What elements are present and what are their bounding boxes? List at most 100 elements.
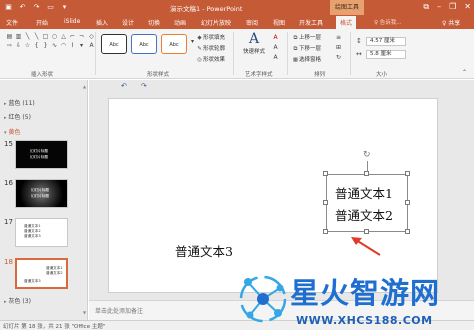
quick-styles-button[interactable]: A 快速样式 — [239, 31, 269, 55]
tab-insert[interactable]: 插入 — [96, 18, 108, 27]
ribbon: ▤ ▥ ╲ ╲ □ ○ △ ⌐ ¬ ⇨ ⇩ ☆ { } ∿ ◠ ⌇ ▾ ◇ A … — [0, 29, 474, 79]
height-field[interactable]: 4.57 厘米 — [366, 37, 406, 46]
slide-text-3[interactable]: 普通文本3 — [175, 241, 233, 260]
textbox-insert-icon[interactable]: A — [88, 42, 95, 49]
tab-design[interactable]: 设计 — [122, 18, 134, 27]
resize-handle[interactable] — [323, 200, 328, 205]
selection-pane-icon: ▦ — [292, 57, 299, 63]
width-field[interactable]: 5.8 厘米 — [366, 50, 406, 59]
tab-developer[interactable]: 开发工具 — [299, 18, 323, 27]
slide-thumbnail-16[interactable]: 幻灯片标题 幻灯片标题 — [15, 179, 68, 208]
share-button[interactable]: ♀ 共享 — [442, 18, 460, 27]
shape-style-sample-1[interactable]: Abc — [101, 34, 127, 54]
group-divider — [350, 32, 351, 75]
resize-handle[interactable] — [364, 229, 369, 234]
start-slideshow-icon[interactable]: ▭ — [46, 3, 55, 11]
vertical-textbox-shape-icon[interactable]: ▥ — [15, 33, 22, 40]
slide-text-1[interactable]: 普通文本1 — [335, 183, 393, 202]
tab-format[interactable]: 格式 — [336, 16, 357, 29]
slide-thumbnail-pane: ▸ 蓝色 (11) ▸ 红色 (5) ▾ 黄色 15 幻灯片标题 幻灯片标题 16 幻… — [0, 80, 88, 320]
section-blue[interactable]: ▸ 蓝色 (11) — [4, 98, 35, 107]
style-gallery-more-icon[interactable]: ▾ — [189, 38, 196, 45]
text-fill-icon[interactable]: A — [272, 34, 279, 41]
tab-home[interactable]: 开始 — [36, 18, 48, 27]
scribble-shape-icon[interactable]: ⌇ — [69, 42, 76, 49]
tell-me-search[interactable]: ♀ 告诉我... — [374, 18, 402, 26]
thumbnail-scrollbar[interactable]: ▲ ▼ — [83, 84, 87, 316]
tab-slideshow[interactable]: 幻灯片放映 — [201, 18, 231, 27]
text-effects-icon[interactable]: A — [272, 54, 279, 61]
arrow-down-shape-icon[interactable]: ⇩ — [15, 42, 22, 49]
slide-thumbnail-15[interactable]: 幻灯片标题 幻灯片标题 — [15, 140, 68, 169]
freeform-shape-icon[interactable]: ◠ — [60, 42, 67, 49]
textbox-shape-icon[interactable]: ▤ — [6, 33, 13, 40]
section-red[interactable]: ▸ 红色 (5) — [4, 112, 31, 121]
context-tab-drawing-tools: 绘图工具 — [330, 0, 364, 15]
shape-outline-button[interactable]: ✎形状轮廓 — [196, 44, 225, 52]
connector-shape-icon[interactable]: ⌐ — [69, 33, 76, 40]
selected-textbox[interactable]: 普通文本1 普通文本2 — [326, 174, 408, 232]
text-outline-icon[interactable]: A — [272, 44, 279, 51]
slide-thumbnail-17[interactable]: 普通文本1 普通文本2 普通文本3 — [15, 218, 68, 247]
arrow-right-shape-icon[interactable]: ⇨ — [6, 42, 13, 49]
rectangle-shape-icon[interactable]: □ — [42, 33, 49, 40]
resize-handle[interactable] — [323, 171, 328, 176]
group-divider — [287, 32, 288, 75]
resize-handle[interactable] — [405, 229, 410, 234]
scroll-up-icon[interactable]: ▲ — [83, 84, 86, 89]
redo-icon[interactable]: ↷ — [141, 82, 147, 90]
bring-forward-button[interactable]: ⧉ 上移一层 — [292, 33, 321, 42]
section-label: 黄色 — [8, 129, 21, 136]
restore-icon[interactable]: ❐ — [449, 2, 456, 12]
section-gray[interactable]: ▸ 灰色 (3) — [4, 296, 31, 305]
edit-shape-icon[interactable]: ◇ — [88, 33, 95, 40]
undo-icon[interactable]: ↶ — [121, 82, 127, 90]
brace-right-shape-icon[interactable]: } — [42, 42, 49, 49]
tab-file[interactable]: 文件 — [6, 18, 18, 27]
resize-handle[interactable] — [405, 171, 410, 176]
resize-handle[interactable] — [405, 200, 410, 205]
shape-style-sample-3[interactable]: Abc — [161, 34, 187, 54]
shape-fill-button[interactable]: ◆形状填充 — [196, 33, 225, 41]
ellipse-shape-icon[interactable]: ○ — [51, 33, 58, 40]
tab-review[interactable]: 审阅 — [246, 18, 258, 27]
watermark: 星火智游网 WWW.XHCS188.COM — [236, 268, 474, 330]
group-icon[interactable]: ⊞ — [335, 44, 342, 51]
expand-arrow-icon: ▸ — [4, 101, 7, 107]
redo-icon[interactable]: ↷ — [32, 3, 41, 11]
tab-animations[interactable]: 动画 — [174, 18, 186, 27]
quick-access-toolbar: ▣ ↶ ↷ ▭ ▾ — [4, 3, 69, 11]
shape-style-sample-2[interactable]: Abc — [131, 34, 157, 54]
shape-effects-button[interactable]: ◎形状效果 — [196, 55, 225, 63]
tab-transitions[interactable]: 切换 — [148, 18, 160, 27]
selection-pane-button[interactable]: ▦选择窗格 — [292, 55, 321, 63]
collapse-ribbon-icon[interactable]: ⌃ — [461, 69, 468, 76]
minimize-icon[interactable]: – — [437, 2, 441, 12]
save-icon[interactable]: ▣ — [4, 3, 13, 11]
rotate-icon[interactable]: ↻ — [335, 54, 342, 61]
qat-more-icon[interactable]: ▾ — [60, 3, 69, 11]
tab-view[interactable]: 视图 — [273, 18, 285, 27]
undo-icon[interactable]: ↶ — [18, 3, 27, 11]
shapes-gallery[interactable]: ▤ ▥ ╲ ╲ □ ○ △ ⌐ ¬ ⇨ ⇩ ☆ { } ∿ ◠ ⌇ ▾ ◇ A — [6, 33, 94, 63]
line-shape-icon[interactable]: ╲ — [33, 33, 40, 40]
section-yellow[interactable]: ▾ 黄色 — [4, 127, 21, 136]
brace-left-shape-icon[interactable]: { — [33, 42, 40, 49]
scroll-down-icon[interactable]: ▼ — [83, 310, 86, 315]
ribbon-options-icon[interactable]: ⧉ — [423, 2, 429, 12]
rotate-handle-icon[interactable]: ↻ — [363, 150, 371, 160]
slide-text-2[interactable]: 普通文本2 — [335, 205, 393, 224]
close-icon[interactable]: ✕ — [464, 2, 471, 12]
resize-handle[interactable] — [364, 171, 369, 176]
align-icon[interactable]: ≡ — [335, 34, 342, 41]
send-backward-button[interactable]: ⧉ 下移一层 — [292, 44, 321, 53]
triangle-shape-icon[interactable]: △ — [60, 33, 67, 40]
slide-thumbnail-18[interactable]: 普通文本1 普通文本2 普通文本3 — [15, 258, 68, 289]
tab-islide[interactable]: iSlide — [64, 18, 80, 25]
star-shape-icon[interactable]: ☆ — [24, 42, 31, 49]
gallery-more-icon[interactable]: ▾ — [78, 42, 85, 49]
resize-handle[interactable] — [323, 229, 328, 234]
connector-shape-icon[interactable]: ¬ — [78, 33, 85, 40]
line-shape-icon[interactable]: ╲ — [24, 33, 31, 40]
curve-shape-icon[interactable]: ∿ — [51, 42, 58, 49]
